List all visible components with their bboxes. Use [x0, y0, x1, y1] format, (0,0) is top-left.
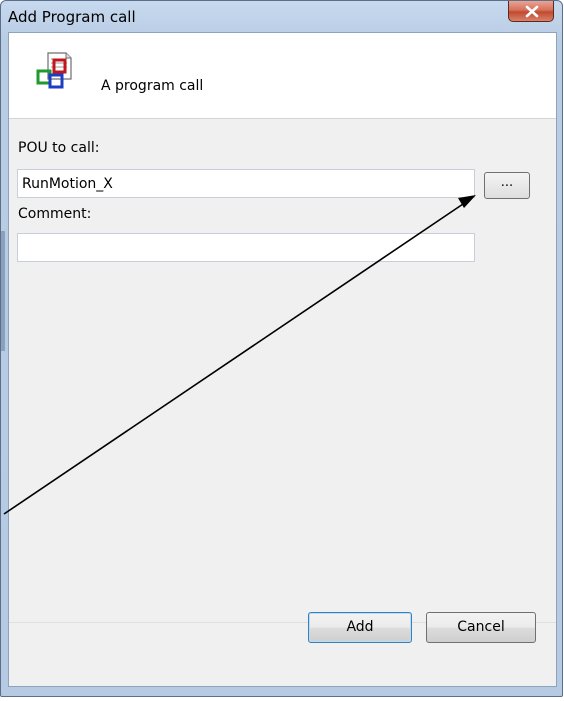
cancel-button[interactable]: Cancel	[426, 612, 536, 643]
add-button[interactable]: Add	[308, 612, 412, 643]
dialog-description: A program call	[101, 78, 204, 94]
comment-label: Comment:	[18, 206, 92, 222]
dialog-header: A program call	[9, 33, 556, 118]
pou-to-call-input[interactable]	[17, 169, 475, 198]
close-button[interactable]	[508, 1, 554, 22]
dialog-client-area: A program call POU to call: ... Comment:	[8, 32, 557, 687]
dialog-window: Add Program call A program call POU to c…	[0, 0, 563, 697]
pou-to-call-label: POU to call:	[18, 140, 100, 156]
browse-pou-button[interactable]: ...	[484, 172, 530, 199]
window-edge	[1, 231, 5, 351]
title-bar[interactable]: Add Program call	[1, 1, 562, 31]
comment-input[interactable]	[17, 233, 475, 262]
close-x-icon	[525, 5, 539, 18]
window-title: Add Program call	[8, 8, 136, 26]
program-call-icon	[36, 52, 72, 89]
